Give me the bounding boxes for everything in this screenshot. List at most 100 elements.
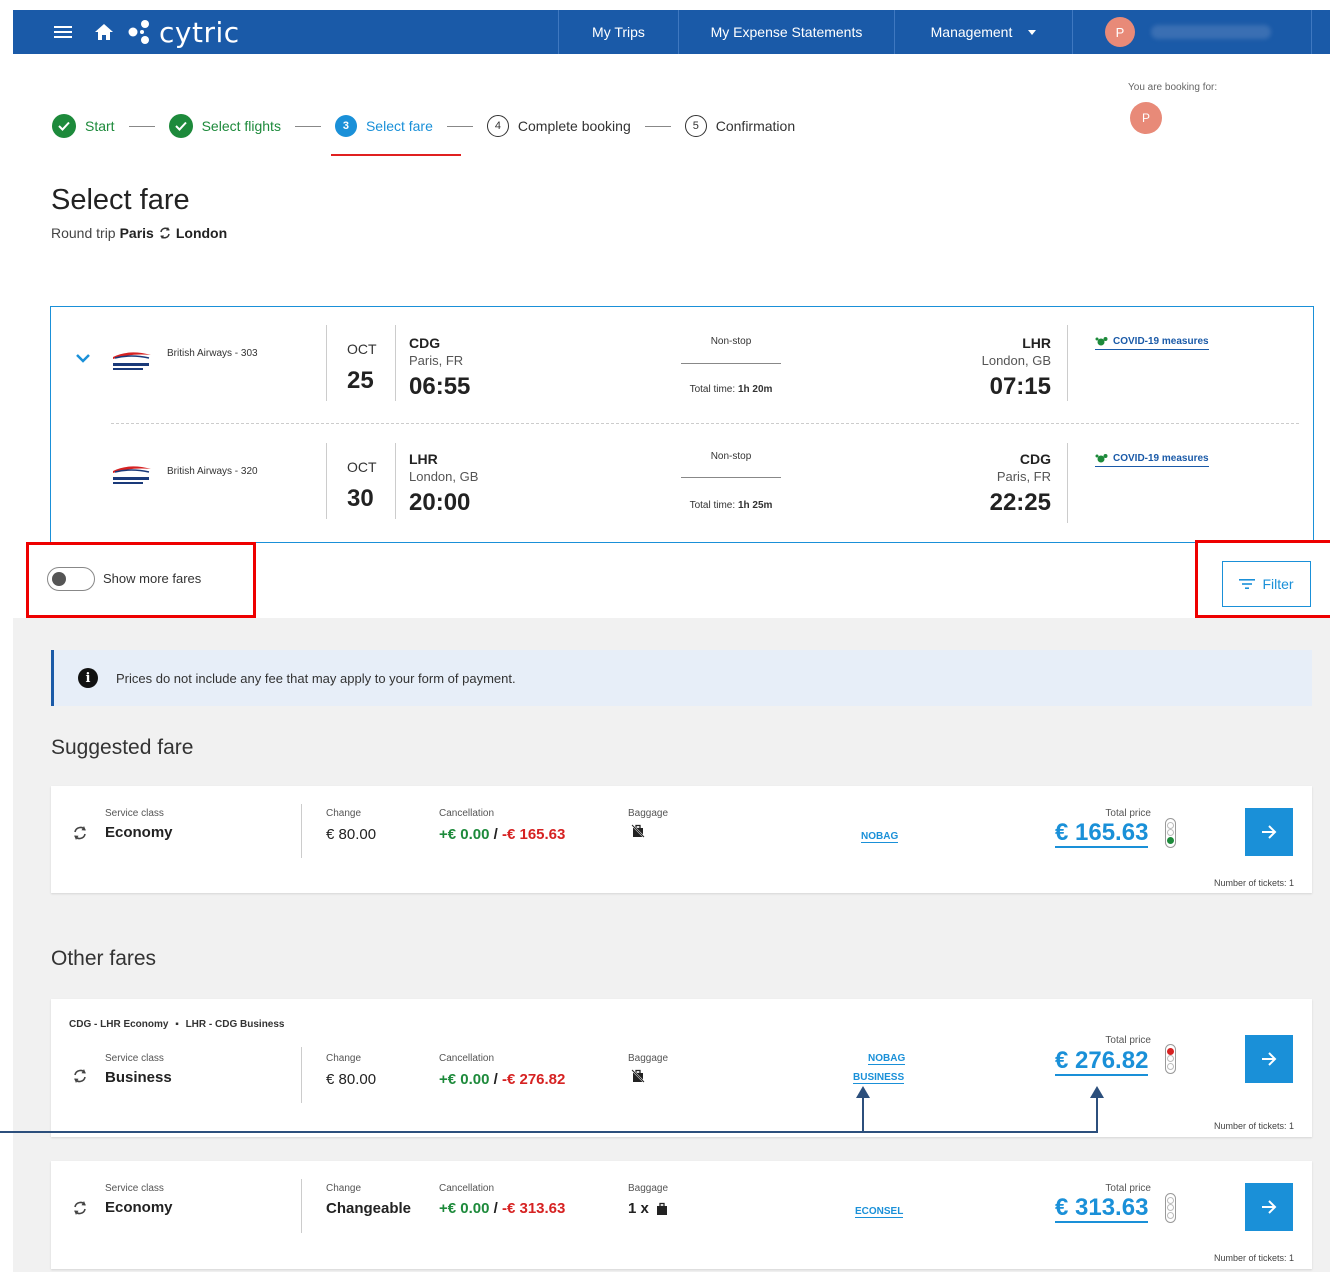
fare-rating-green-icon	[1165, 818, 1176, 848]
total-time-value: 1h 25m	[737, 500, 773, 511]
covid-measures-link[interactable]: COVID-19 measures	[1095, 336, 1209, 350]
info-banner-text: Prices do not include any fee that may a…	[116, 670, 516, 686]
fare-code-link[interactable]: ECONSEL	[855, 1206, 904, 1218]
round-trip-icon	[74, 1201, 86, 1215]
covid-link-text: COVID-19 measures	[1113, 453, 1209, 464]
change-label: Change	[326, 1053, 362, 1064]
fare-price[interactable]: € 313.63	[1055, 1195, 1149, 1223]
arrival-time: 22:25	[989, 489, 1051, 516]
step-label: Select flights	[201, 118, 281, 134]
route-b: LHR - CDG	[185, 1019, 238, 1030]
cancel-sep: /	[493, 1200, 498, 1217]
info-banner: i Prices do not include any fee that may…	[51, 650, 1312, 706]
light-dot	[1167, 1197, 1174, 1204]
fare-code-link[interactable]: BUSINESS	[853, 1072, 905, 1084]
arrival-airport: LHR	[1022, 335, 1051, 351]
select-fare-button[interactable]	[1245, 1183, 1293, 1231]
fare-route-summary: CDG - LHR Economy ▪ LHR - CDG Business	[69, 1019, 285, 1030]
home-icon[interactable]	[93, 21, 115, 43]
baggage-value: 1 x	[628, 1200, 669, 1217]
change-label: Change	[326, 1183, 362, 1194]
menu-icon[interactable]	[53, 22, 73, 42]
cancellation-value: +€ 0.00 / -€ 276.82	[439, 1071, 565, 1088]
virus-icon	[1095, 454, 1108, 463]
arrow-right-icon	[1262, 1052, 1277, 1066]
change-value: € 80.00	[326, 1071, 377, 1088]
round-trip-icon	[74, 1069, 86, 1083]
divider	[395, 325, 396, 401]
user-name-redacted	[1151, 25, 1271, 39]
select-fare-button[interactable]	[1245, 808, 1293, 856]
step-select-flights[interactable]: Select flights	[168, 114, 281, 138]
bullet-icon: ▪	[175, 1019, 179, 1030]
fare-card-business: CDG - LHR Economy ▪ LHR - CDG Business S…	[51, 999, 1312, 1137]
departure-airport: LHR	[409, 451, 438, 467]
filter-icon	[1239, 579, 1256, 589]
step-number: 5	[684, 115, 707, 137]
baggage-label: Baggage	[628, 808, 669, 819]
step-start[interactable]: Start	[52, 114, 115, 138]
select-fare-button[interactable]	[1245, 1035, 1293, 1083]
british-airways-logo	[113, 352, 151, 370]
other-fares-title: Other fares	[51, 947, 157, 970]
cancellation-label: Cancellation	[439, 1183, 495, 1194]
trip-destination: London	[175, 225, 228, 241]
covid-measures-link[interactable]: COVID-19 measures	[1095, 453, 1209, 467]
booking-stepper: Start Select flights 3 Select fare 4 Com…	[52, 114, 795, 156]
segment-divider	[111, 423, 1299, 424]
fare-price[interactable]: € 276.82	[1055, 1048, 1149, 1076]
fare-code-link[interactable]: NOBAG	[868, 1053, 906, 1065]
stops-label: Non-stop	[710, 451, 752, 462]
baggage-icon	[656, 1202, 667, 1215]
total-time: Total time: 1h 20m	[661, 384, 801, 395]
arrow-right-icon	[1262, 1200, 1277, 1214]
cancellation-value: +€ 0.00 / -€ 313.63	[439, 1200, 565, 1217]
nav-my-trips[interactable]: My Trips	[558, 10, 678, 54]
light-dot	[1167, 822, 1174, 829]
filter-button[interactable]: Filter	[1222, 561, 1311, 607]
round-trip-icon	[160, 227, 170, 239]
trip-origin: Paris	[119, 225, 154, 241]
caret-down-icon	[1028, 29, 1037, 35]
nav-my-expense-statements[interactable]: My Expense Statements	[678, 10, 894, 54]
cytric-logo-icon	[128, 20, 149, 44]
divider	[301, 1179, 302, 1233]
route-line	[681, 477, 781, 478]
step-select-fare: 3 Select fare	[330, 114, 461, 156]
cancel-minus: -€ 165.63	[501, 826, 566, 843]
cytric-logo[interactable]: cytric	[125, 14, 240, 50]
total-price-label: Total price	[1105, 808, 1151, 819]
change-value: Changeable	[326, 1200, 412, 1217]
cancel-plus: +€ 0.00	[439, 826, 490, 843]
divider	[326, 443, 327, 519]
check-icon	[168, 114, 193, 138]
user-menu[interactable]: P	[1072, 10, 1312, 54]
service-class-value: Economy	[105, 1199, 173, 1216]
cancellation-label: Cancellation	[439, 1053, 495, 1064]
annotation-line	[1096, 1094, 1098, 1132]
departure-city: Paris, FR	[409, 353, 464, 368]
traveler-avatar[interactable]: P	[1130, 102, 1162, 134]
fare-code-link[interactable]: NOBAG	[861, 831, 899, 843]
user-avatar: P	[1105, 17, 1135, 47]
cancel-minus: -€ 276.82	[501, 1071, 566, 1088]
nav-management[interactable]: Management	[894, 10, 1072, 54]
arrival-airport: CDG	[1019, 451, 1051, 467]
class-a: Economy	[123, 1019, 169, 1030]
divider	[301, 1047, 302, 1103]
check-icon	[52, 114, 76, 138]
show-more-fares-toggle[interactable]	[47, 567, 95, 591]
total-time-label: Total time:	[689, 384, 736, 395]
chevron-down-icon[interactable]	[75, 353, 91, 363]
flight-day: 30	[347, 485, 374, 512]
light-dot-red	[1167, 1048, 1174, 1055]
divider	[1067, 443, 1068, 523]
step-separator	[446, 125, 473, 127]
service-class-label: Service class	[105, 1183, 164, 1194]
annotation-line	[0, 1131, 1098, 1133]
divider	[326, 325, 327, 401]
trip-type: Round trip	[51, 225, 116, 241]
fare-price[interactable]: € 165.63	[1055, 820, 1149, 848]
baggage-count: 1 x	[628, 1200, 649, 1217]
step-number: 4	[486, 115, 509, 137]
